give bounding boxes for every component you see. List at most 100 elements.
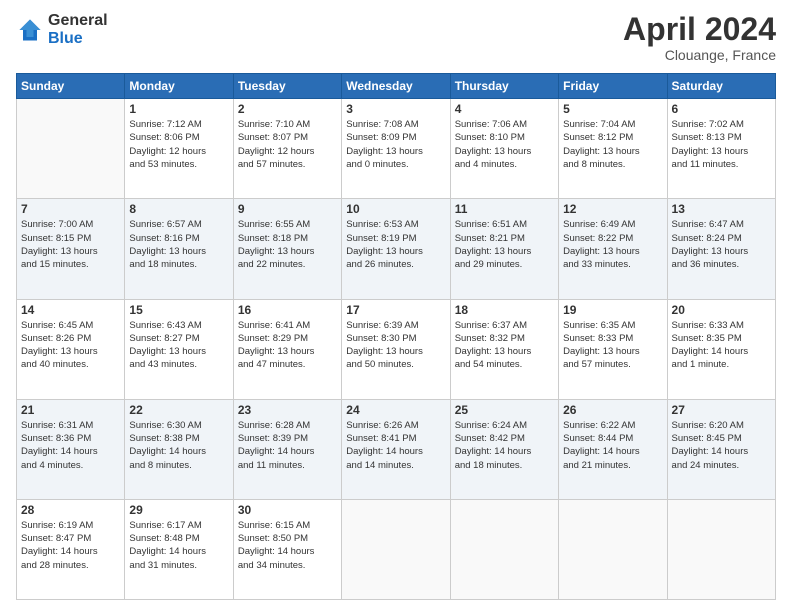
- day-info: Sunrise: 6:41 AM Sunset: 8:29 PM Dayligh…: [238, 319, 337, 372]
- day-info: Sunrise: 6:20 AM Sunset: 8:45 PM Dayligh…: [672, 419, 771, 472]
- col-tuesday: Tuesday: [233, 74, 341, 99]
- day-info: Sunrise: 6:19 AM Sunset: 8:47 PM Dayligh…: [21, 519, 120, 572]
- day-info: Sunrise: 6:28 AM Sunset: 8:39 PM Dayligh…: [238, 419, 337, 472]
- table-row: 12Sunrise: 6:49 AM Sunset: 8:22 PM Dayli…: [559, 199, 667, 299]
- col-saturday: Saturday: [667, 74, 775, 99]
- table-row: 10 Sunrise: 6:53 AM Sunset: 8:19 PM Dayli…: [342, 199, 450, 299]
- day-info: Sunrise: 6:45 AM Sunset: 8:26 PM Dayligh…: [21, 319, 120, 372]
- day-info: Sunrise: 6:35 AM Sunset: 8:33 PM Dayligh…: [563, 319, 662, 372]
- day-info: Sunrise: 7:02 AM Sunset: 8:13 PM Dayligh…: [672, 118, 771, 171]
- table-row: 19 Sunrise: 6:35 AM Sunset: 8:33 PM Dayli…: [559, 299, 667, 399]
- day-info: Sunrise: 6:53 AM Sunset: 8:19 PM Dayligh…: [346, 218, 445, 271]
- day-number: 4: [455, 102, 554, 116]
- day-info: Sunrise: 6:43 AM Sunset: 8:27 PM Dayligh…: [129, 319, 228, 372]
- day-number: 26: [563, 403, 662, 417]
- day-info: Sunrise: 6:51 AM Sunset: 8:21 PM Dayligh…: [455, 218, 554, 271]
- day-number: 25: [455, 403, 554, 417]
- day-number: 20: [672, 303, 771, 317]
- main-title: April 2024: [623, 12, 776, 47]
- calendar-header-row: Sunday Monday Tuesday Wednesday Thursday…: [17, 74, 776, 99]
- col-monday: Monday: [125, 74, 233, 99]
- day-number: 18: [455, 303, 554, 317]
- table-row: 24 Sunrise: 6:26 AM Sunset: 8:41 PM Dayli…: [342, 399, 450, 499]
- day-number: 19: [563, 303, 662, 317]
- table-row: 6 Sunrise: 7:02 AM Sunset: 8:13 PM Daylig…: [667, 99, 775, 199]
- table-row: 14Sunrise: 6:45 AM Sunset: 8:26 PM Dayli…: [17, 299, 125, 399]
- table-row: [559, 499, 667, 599]
- logo-line2: Blue: [48, 30, 108, 48]
- logo: General Blue: [16, 12, 108, 47]
- table-row: [342, 499, 450, 599]
- table-row: 4 Sunrise: 7:06 AM Sunset: 8:10 PM Daylig…: [450, 99, 558, 199]
- day-info: Sunrise: 6:37 AM Sunset: 8:32 PM Dayligh…: [455, 319, 554, 372]
- table-row: 25 Sunrise: 6:24 AM Sunset: 8:42 PM Dayli…: [450, 399, 558, 499]
- logo-icon: [16, 16, 44, 44]
- day-number: 12: [563, 202, 662, 216]
- table-row: 20 Sunrise: 6:33 AM Sunset: 8:35 PM Dayli…: [667, 299, 775, 399]
- table-row: 17 Sunrise: 6:39 AM Sunset: 8:30 PM Dayli…: [342, 299, 450, 399]
- table-row: [17, 99, 125, 199]
- day-number: 13: [672, 202, 771, 216]
- page: General Blue April 2024 Clouange, France…: [0, 0, 792, 612]
- table-row: [450, 499, 558, 599]
- col-wednesday: Wednesday: [342, 74, 450, 99]
- calendar-week-row: 14Sunrise: 6:45 AM Sunset: 8:26 PM Dayli…: [17, 299, 776, 399]
- day-number: 28: [21, 503, 120, 517]
- table-row: 26Sunrise: 6:22 AM Sunset: 8:44 PM Dayli…: [559, 399, 667, 499]
- table-row: 18 Sunrise: 6:37 AM Sunset: 8:32 PM Dayli…: [450, 299, 558, 399]
- col-friday: Friday: [559, 74, 667, 99]
- calendar-week-row: 21Sunrise: 6:31 AM Sunset: 8:36 PM Dayli…: [17, 399, 776, 499]
- day-number: 5: [563, 102, 662, 116]
- table-row: 7Sunrise: 7:00 AM Sunset: 8:15 PM Daylig…: [17, 199, 125, 299]
- table-row: 28 Sunrise: 6:19 AM Sunset: 8:47 PM Dayli…: [17, 499, 125, 599]
- day-number: 2: [238, 102, 337, 116]
- calendar-week-row: 28 Sunrise: 6:19 AM Sunset: 8:47 PM Dayli…: [17, 499, 776, 599]
- table-row: 8 Sunrise: 6:57 AM Sunset: 8:16 PM Daylig…: [125, 199, 233, 299]
- day-number: 17: [346, 303, 445, 317]
- day-number: 16: [238, 303, 337, 317]
- table-row: 22Sunrise: 6:30 AM Sunset: 8:38 PM Dayli…: [125, 399, 233, 499]
- table-row: 29 Sunrise: 6:17 AM Sunset: 8:48 PM Dayli…: [125, 499, 233, 599]
- table-row: 30Sunrise: 6:15 AM Sunset: 8:50 PM Dayli…: [233, 499, 341, 599]
- day-info: Sunrise: 6:24 AM Sunset: 8:42 PM Dayligh…: [455, 419, 554, 472]
- day-number: 27: [672, 403, 771, 417]
- day-number: 9: [238, 202, 337, 216]
- day-info: Sunrise: 7:04 AM Sunset: 8:12 PM Dayligh…: [563, 118, 662, 171]
- day-info: Sunrise: 6:39 AM Sunset: 8:30 PM Dayligh…: [346, 319, 445, 372]
- table-row: [667, 499, 775, 599]
- day-number: 29: [129, 503, 228, 517]
- table-row: 2 Sunrise: 7:10 AM Sunset: 8:07 PM Daylig…: [233, 99, 341, 199]
- day-number: 3: [346, 102, 445, 116]
- day-number: 6: [672, 102, 771, 116]
- day-number: 23: [238, 403, 337, 417]
- logo-text: General Blue: [48, 12, 108, 47]
- table-row: 27 Sunrise: 6:20 AM Sunset: 8:45 PM Dayli…: [667, 399, 775, 499]
- subtitle: Clouange, France: [623, 47, 776, 63]
- day-number: 22: [129, 403, 228, 417]
- day-number: 30: [238, 503, 337, 517]
- day-number: 11: [455, 202, 554, 216]
- day-number: 10: [346, 202, 445, 216]
- table-row: 11 Sunrise: 6:51 AM Sunset: 8:21 PM Dayli…: [450, 199, 558, 299]
- day-info: Sunrise: 6:17 AM Sunset: 8:48 PM Dayligh…: [129, 519, 228, 572]
- calendar-week-row: 7Sunrise: 7:00 AM Sunset: 8:15 PM Daylig…: [17, 199, 776, 299]
- table-row: 16 Sunrise: 6:41 AM Sunset: 8:29 PM Dayli…: [233, 299, 341, 399]
- table-row: 13Sunrise: 6:47 AM Sunset: 8:24 PM Dayli…: [667, 199, 775, 299]
- day-info: Sunrise: 7:12 AM Sunset: 8:06 PM Dayligh…: [129, 118, 228, 171]
- day-info: Sunrise: 6:26 AM Sunset: 8:41 PM Dayligh…: [346, 419, 445, 472]
- day-number: 15: [129, 303, 228, 317]
- day-info: Sunrise: 6:57 AM Sunset: 8:16 PM Dayligh…: [129, 218, 228, 271]
- day-number: 24: [346, 403, 445, 417]
- calendar-week-row: 1 Sunrise: 7:12 AM Sunset: 8:06 PM Daylig…: [17, 99, 776, 199]
- table-row: 23 Sunrise: 6:28 AM Sunset: 8:39 PM Dayli…: [233, 399, 341, 499]
- day-info: Sunrise: 7:10 AM Sunset: 8:07 PM Dayligh…: [238, 118, 337, 171]
- logo-line1: General: [48, 12, 108, 30]
- table-row: 3Sunrise: 7:08 AM Sunset: 8:09 PM Daylig…: [342, 99, 450, 199]
- title-block: April 2024 Clouange, France: [623, 12, 776, 63]
- calendar-table: Sunday Monday Tuesday Wednesday Thursday…: [16, 73, 776, 600]
- day-info: Sunrise: 7:06 AM Sunset: 8:10 PM Dayligh…: [455, 118, 554, 171]
- day-number: 1: [129, 102, 228, 116]
- day-number: 8: [129, 202, 228, 216]
- day-info: Sunrise: 6:33 AM Sunset: 8:35 PM Dayligh…: [672, 319, 771, 372]
- day-info: Sunrise: 7:00 AM Sunset: 8:15 PM Dayligh…: [21, 218, 120, 271]
